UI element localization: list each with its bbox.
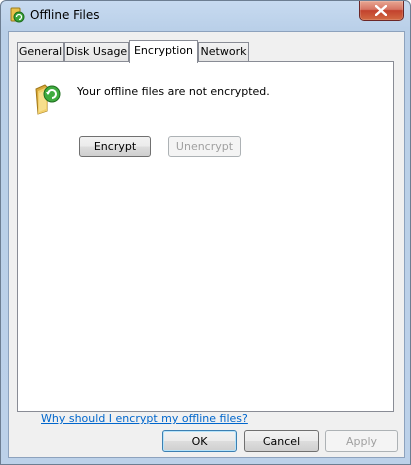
close-button[interactable] [359,1,404,21]
encrypt-button[interactable]: Encrypt [79,136,151,157]
offline-files-icon [9,7,25,23]
unencrypt-button[interactable]: Unencrypt [168,136,241,157]
close-icon [375,5,387,16]
tab-disk-usage[interactable]: Disk Usage [64,42,129,61]
offline-files-window: Offline Files General Disk Usage Encrypt… [0,0,411,465]
window-title: Offline Files [30,8,100,22]
apply-button[interactable]: Apply [325,430,398,452]
ok-button[interactable]: OK [162,430,237,452]
tab-network[interactable]: Network [198,42,249,61]
encryption-status-message: Your offline files are not encrypted. [77,85,270,98]
encryption-help-link[interactable]: Why should I encrypt my offline files? [41,412,248,425]
tab-encryption[interactable]: Encryption [129,40,198,63]
title-bar[interactable]: Offline Files [1,1,410,31]
dialog-client-area: General Disk Usage Encryption Network Yo… [8,31,405,458]
encryption-panel: Your offline files are not encrypted. En… [17,61,394,425]
sync-folder-icon [33,81,67,118]
cancel-button[interactable]: Cancel [244,430,319,452]
tab-general[interactable]: General [17,42,64,61]
